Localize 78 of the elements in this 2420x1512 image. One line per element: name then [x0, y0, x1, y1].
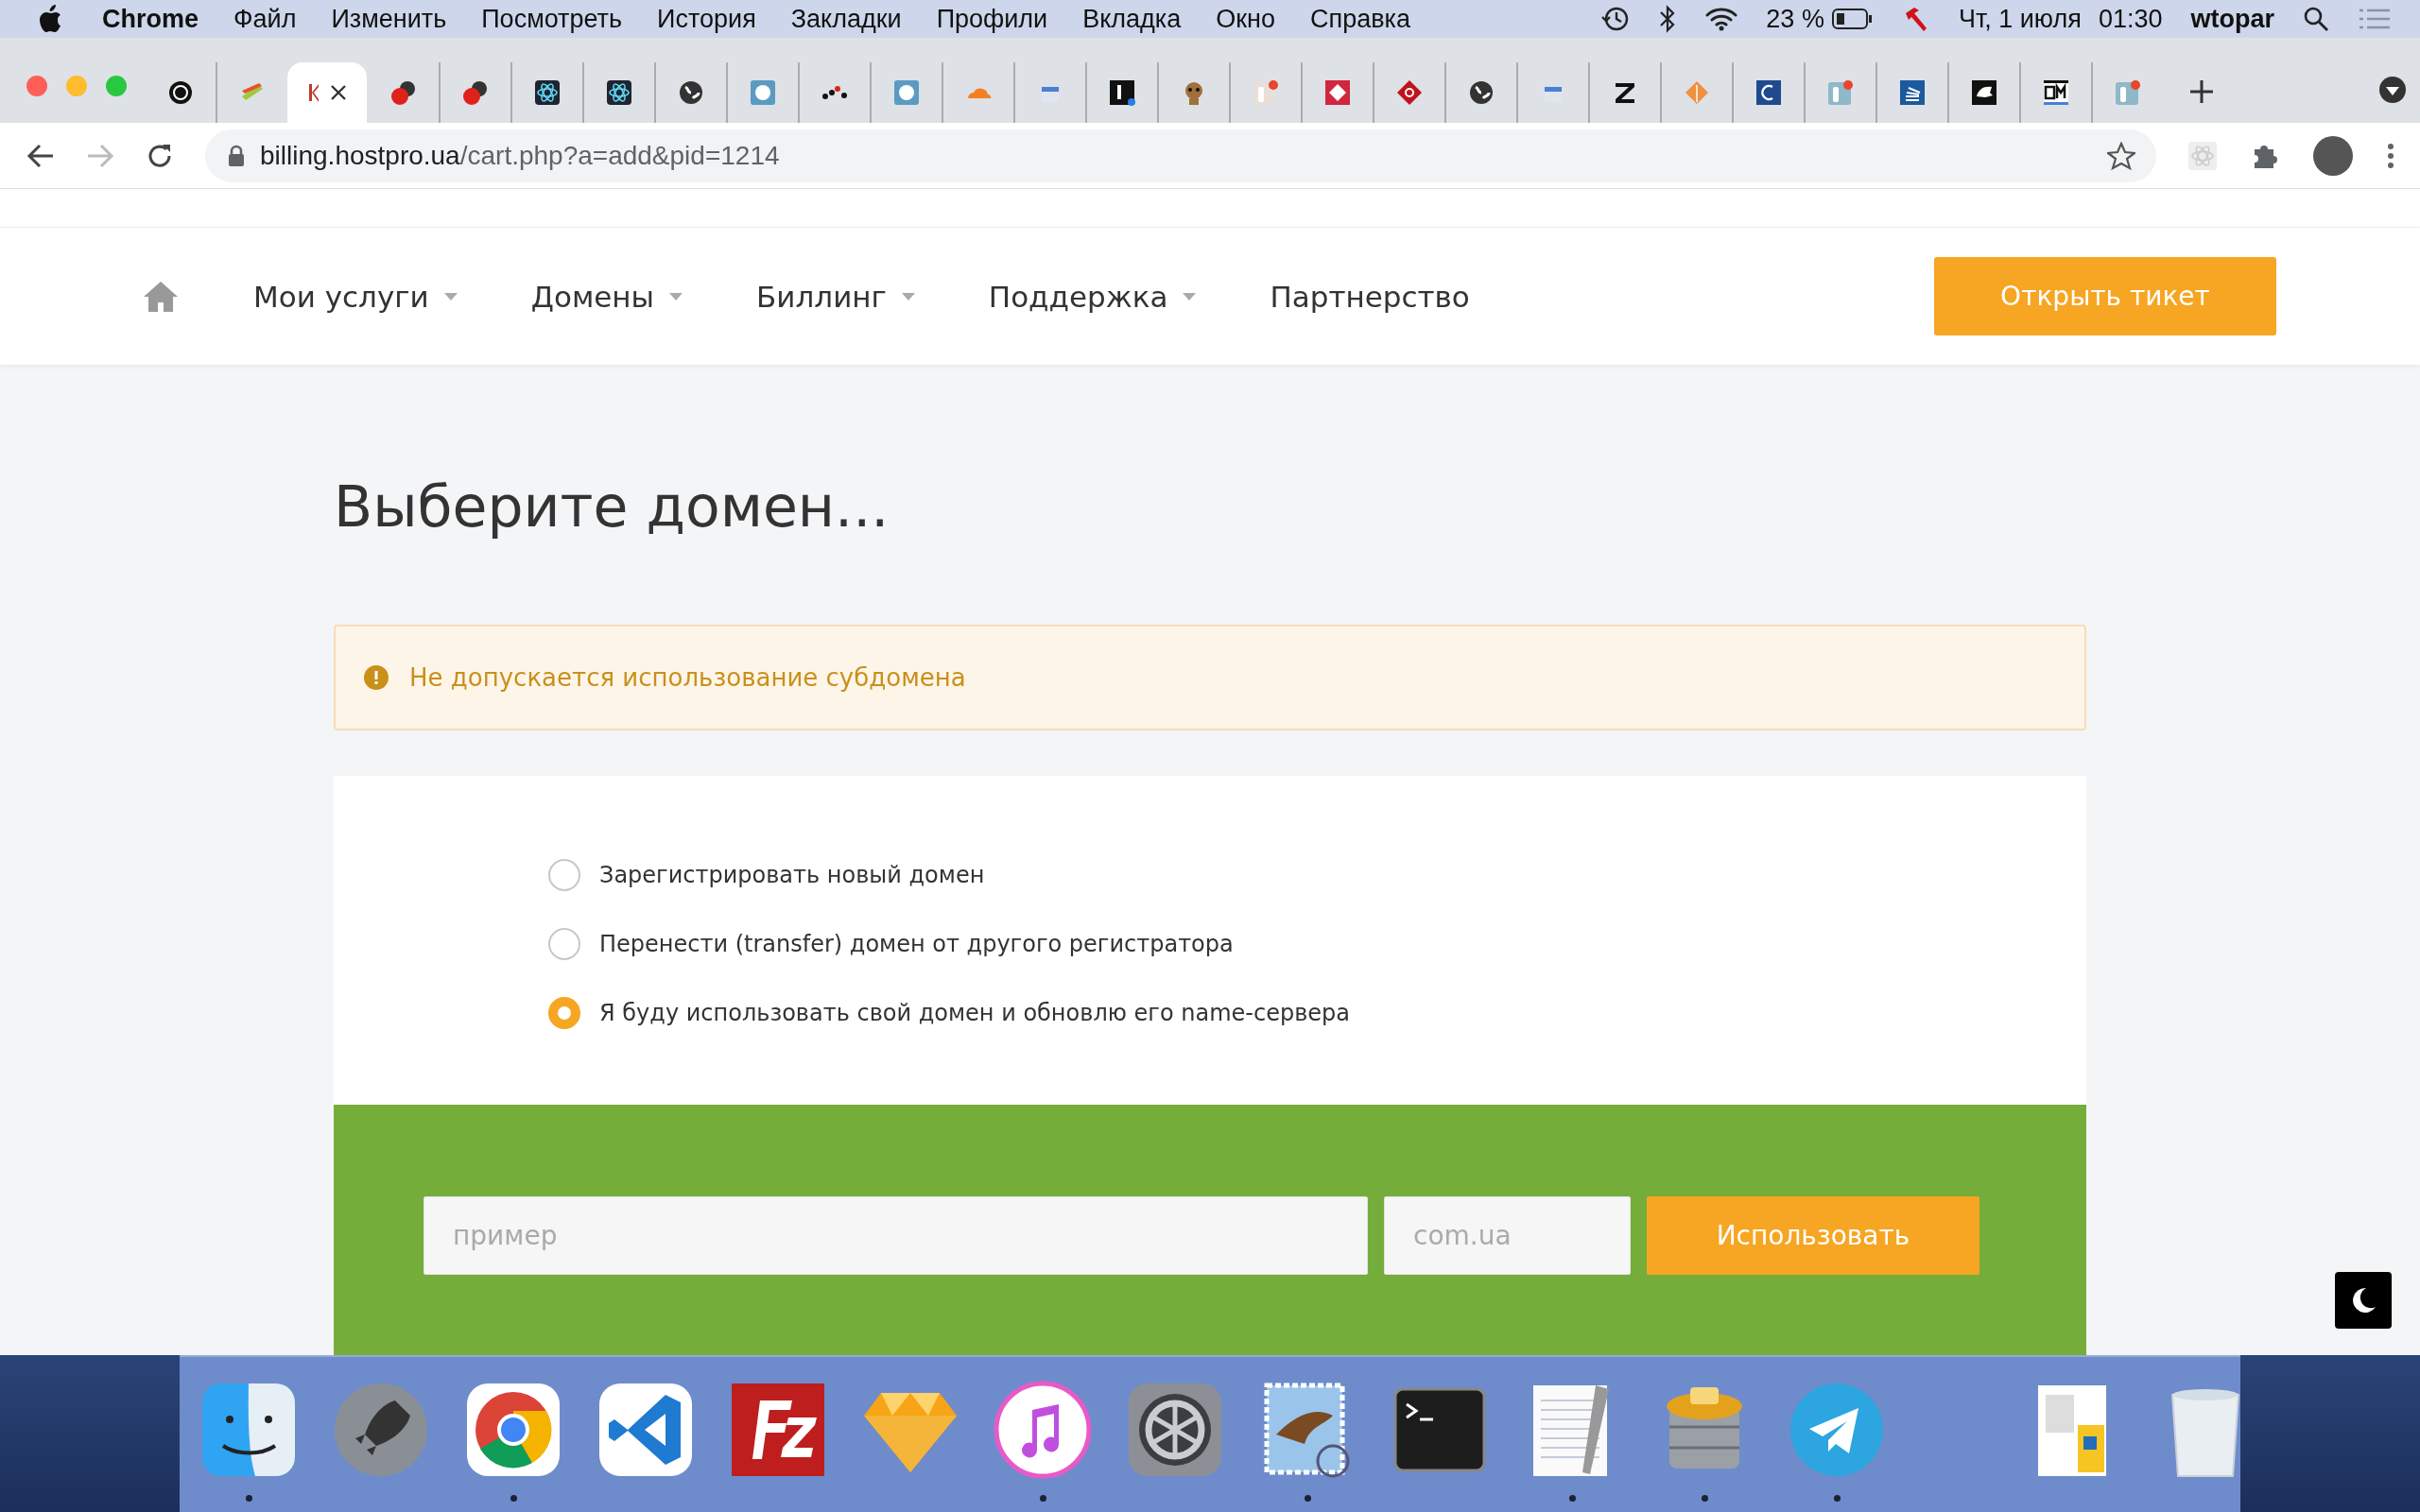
favicon-icon [390, 79, 417, 106]
menu-item[interactable]: Справка [1310, 4, 1410, 34]
tld-input-field[interactable]: com.ua [1384, 1196, 1631, 1275]
favicon-icon [2043, 79, 2069, 106]
menu-item[interactable]: Профили [936, 4, 1048, 34]
running-indicator [1039, 1495, 1046, 1502]
profile-avatar[interactable] [2313, 135, 2353, 176]
running-indicator [1304, 1495, 1311, 1502]
dark-mode-button[interactable] [2335, 1272, 2392, 1329]
menu-item[interactable]: Файл [233, 4, 297, 34]
running-indicator [1833, 1495, 1841, 1502]
search-icon[interactable] [2303, 6, 2329, 32]
menu-time[interactable]: 01:30 [2098, 4, 2163, 34]
time-machine-icon[interactable] [1601, 5, 1631, 33]
tab-search-icon[interactable] [2378, 76, 2407, 104]
favicon-icon [534, 79, 561, 106]
favicon-icon [1684, 79, 1710, 106]
more-menu-icon[interactable] [2387, 142, 2394, 169]
menu-date[interactable]: Чт, 1 июля [1958, 4, 2082, 34]
menu-item[interactable]: История [657, 4, 756, 34]
menu-item[interactable]: Закладки [790, 4, 902, 34]
caret-icon [443, 292, 458, 301]
wifi-icon[interactable] [1705, 7, 1738, 31]
nav-link[interactable]: Поддержка [988, 279, 1197, 314]
page-title: Выберите домен... [334, 472, 890, 541]
nav-link[interactable]: Мои услуги [253, 279, 458, 314]
favicon-icon [462, 79, 489, 106]
menu-item[interactable]: Изменить [331, 4, 447, 34]
radio-label[interactable]: Зарегистрировать новый домен [599, 861, 985, 888]
favicon-icon [1899, 79, 1926, 106]
radio-button[interactable] [548, 927, 580, 960]
favicon-icon [1396, 79, 1423, 106]
menu-item[interactable]: Посмотреть [481, 4, 623, 34]
nav-link[interactable]: Партнерство [1270, 279, 1470, 314]
favicon-icon [2115, 79, 2141, 106]
running-indicator [245, 1495, 252, 1502]
caret-icon [669, 292, 683, 301]
radio-button[interactable] [548, 996, 580, 1029]
battery-icon[interactable] [1831, 9, 1874, 29]
bookmark-star-icon[interactable] [2107, 141, 2135, 170]
favicon-icon [1109, 79, 1135, 106]
nav-link[interactable]: Домены [530, 279, 683, 314]
battery-percent: 23 % [1766, 4, 1824, 34]
running-indicator [1568, 1495, 1576, 1502]
apple-menu-icon[interactable] [38, 5, 62, 33]
url-path: /cart.php?a=add&pid=1214 [459, 140, 780, 171]
caret-icon [901, 292, 915, 301]
close-icon[interactable] [329, 83, 348, 102]
app-menu[interactable]: Chrome [102, 4, 199, 34]
favicon-icon [750, 79, 776, 106]
nav-link[interactable]: Биллинг [756, 279, 915, 314]
menu-item[interactable]: Окно [1216, 4, 1276, 34]
favicon-icon [893, 79, 920, 106]
favicon-icon [167, 79, 194, 106]
radio-label[interactable]: Перенести (transfer) домен от другого регистратора [599, 930, 1234, 957]
alert-text: Не допускается использование субдомена [409, 663, 966, 692]
running-indicator [1701, 1495, 1708, 1502]
favicon-icon [1253, 79, 1279, 106]
favicon-icon [1324, 79, 1351, 106]
favicon-icon [678, 79, 704, 106]
domain-input-field[interactable]: пример [424, 1196, 1368, 1275]
radio-button[interactable] [548, 858, 580, 891]
favicon-icon [1468, 79, 1495, 106]
user-name[interactable]: wtopar [2190, 4, 2274, 34]
url-host: billing.hostpro.ua [260, 140, 460, 171]
favicon-icon [1827, 79, 1854, 106]
warning-icon [364, 665, 389, 690]
caret-icon [1183, 292, 1197, 301]
favicon-icon [1971, 79, 1997, 106]
menu-item[interactable]: Вкладка [1082, 4, 1182, 34]
running-indicator [510, 1495, 517, 1502]
favicon-icon [606, 79, 632, 106]
radio-label[interactable]: Я буду использовать свой домен и обновлю его name-сервера [599, 999, 1350, 1026]
favicon-icon [1755, 79, 1782, 106]
address-bar[interactable]: billing.hostpro.ua/cart.php?a=add&pid=1214 [205, 129, 2156, 182]
lock-icon [228, 144, 245, 167]
new-tab-icon[interactable] [2189, 79, 2214, 104]
home-icon[interactable] [142, 279, 180, 314]
